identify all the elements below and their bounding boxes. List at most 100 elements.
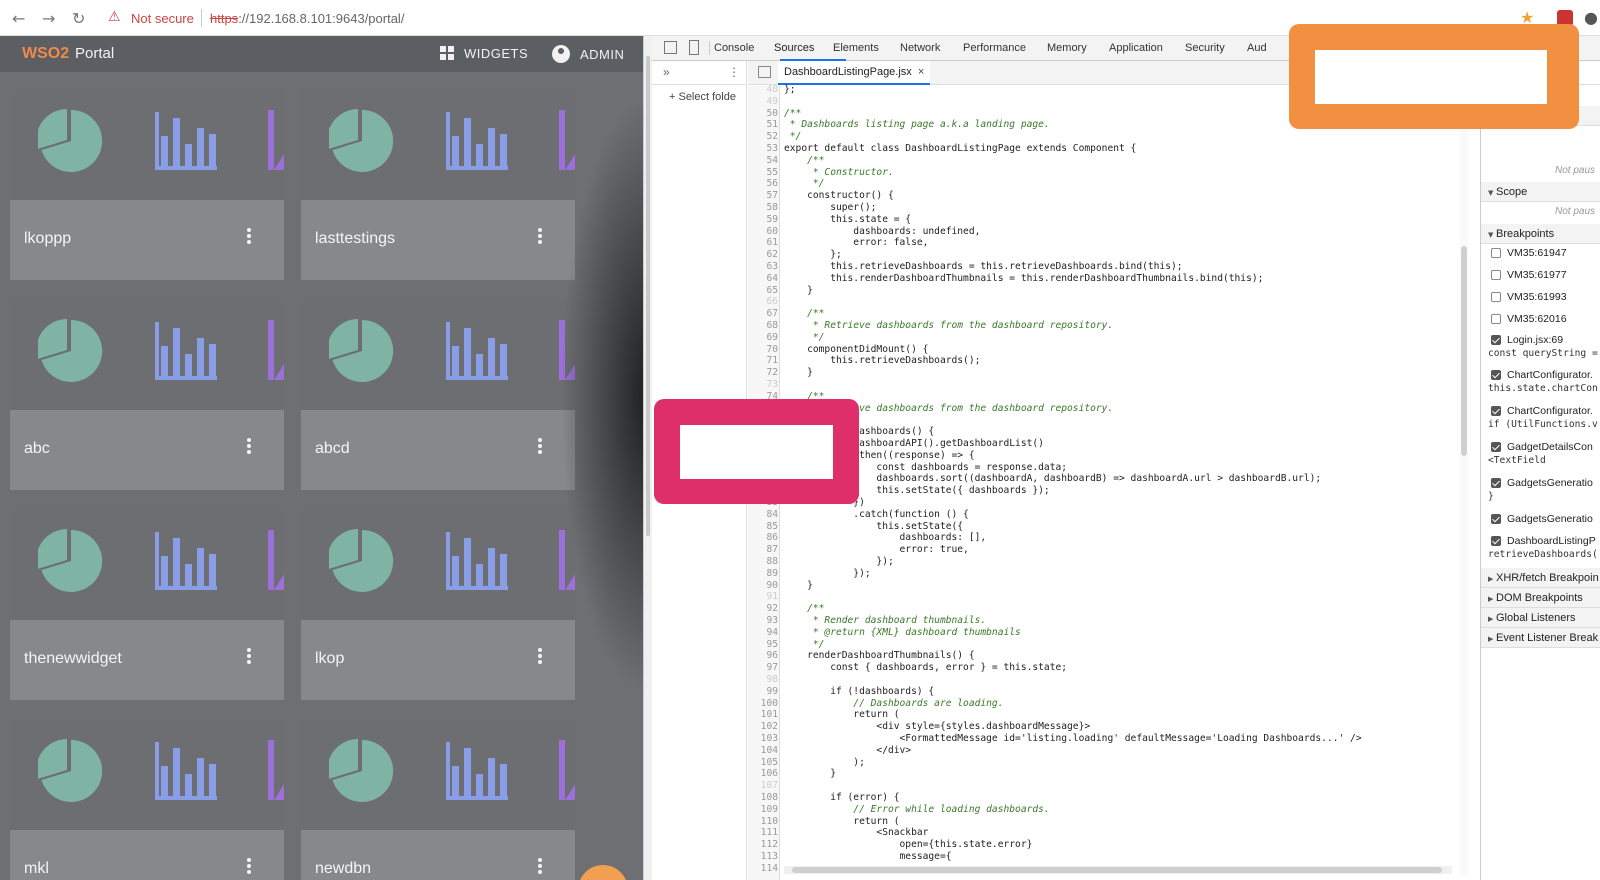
code-line[interactable]: /** [784,603,824,615]
card-menu-icon[interactable] [244,646,254,666]
breakpoint-item[interactable]: GadgetsGeneratio} [1481,477,1600,507]
dashboard-card[interactable]: thenewwidget [10,510,284,700]
line-number[interactable]: 64 [748,273,778,285]
admin-button[interactable]: ADMIN [552,45,624,63]
scrollbar-thumb[interactable] [646,56,650,536]
code-line[interactable]: * Retrieve dashboards from the dashboard… [784,320,1113,332]
code-line[interactable]: dashboards: undefined, [784,226,980,238]
breakpoint-item[interactable]: Login.jsx:69 const queryString = [1481,334,1600,364]
code-line[interactable]: <Snackbar [784,827,928,839]
card-menu-icon[interactable] [535,646,545,666]
dashboard-thumbnail[interactable] [10,510,284,620]
code-line[interactable]: /** [784,155,824,167]
tab-memory[interactable]: Memory [1047,42,1087,54]
line-number[interactable]: 88 [748,556,778,568]
breakpoint-checkbox[interactable] [1491,406,1501,416]
line-number[interactable]: 98 [748,674,778,686]
dashboard-name[interactable]: lkoppp [24,230,71,248]
code-line[interactable]: </div> [784,745,911,757]
not-secure-label[interactable]: Not secure [131,11,194,26]
dashboard-card[interactable]: abcd [301,300,575,490]
xhr-breakpoints-section[interactable]: ▶ XHR/fetch Breakpoin [1481,568,1600,588]
breakpoint-checkbox[interactable] [1491,478,1501,488]
back-arrow-icon[interactable]: ← [12,9,25,28]
card-menu-icon[interactable] [535,856,545,876]
line-number[interactable]: 59 [748,214,778,226]
line-number[interactable]: 106 [748,768,778,780]
dashboard-name[interactable]: abcd [315,440,350,458]
breakpoint-item[interactable]: DashboardListingP retrieveDashboards( [1481,535,1600,565]
line-number[interactable]: 86 [748,532,778,544]
code-line[interactable]: * @return {XML} dashboard thumbnails [784,627,1021,639]
code-line[interactable]: // Error while loading dashboards. [784,804,1049,816]
global-listeners-section[interactable]: ▶ Global Listeners [1481,608,1600,628]
line-number[interactable]: 49 [748,96,778,108]
line-number[interactable]: 102 [748,721,778,733]
widgets-button[interactable]: WIDGETS [440,46,528,61]
code-line[interactable]: this.retrieveDashboards(); [784,355,980,367]
dashboard-name[interactable]: mkl [24,860,49,878]
breakpoints-section[interactable]: ▼ Breakpoints [1481,224,1600,244]
breakpoint-checkbox[interactable] [1491,370,1501,380]
line-number[interactable]: 50 [748,108,778,120]
code-line[interactable]: this.state = { [784,214,911,226]
line-number[interactable]: 51 [748,119,778,131]
line-number[interactable]: 94 [748,627,778,639]
more-tabs-icon[interactable]: » [663,65,670,79]
device-toolbar-icon[interactable] [689,40,699,55]
line-number[interactable]: 58 [748,202,778,214]
close-tab-icon[interactable]: × [918,66,924,78]
code-line[interactable]: } [784,285,813,297]
line-number[interactable]: 60 [748,226,778,238]
line-number[interactable]: 72 [748,367,778,379]
dashboard-name[interactable]: lasttestings [315,230,395,248]
code-line[interactable]: .catch(function () { [784,509,969,521]
breakpoint-item[interactable]: VM35:61977 [1481,269,1600,287]
breakpoint-item[interactable]: GadgetsGeneratio [1481,513,1600,531]
dashboard-thumbnail[interactable] [301,720,575,830]
inspect-element-icon[interactable] [664,41,677,54]
dashboard-card[interactable]: lkop [301,510,575,700]
tab-console[interactable]: Console [714,42,754,54]
line-number[interactable]: 109 [748,804,778,816]
line-number[interactable]: 111 [748,827,778,839]
dashboard-name[interactable]: thenewwidget [24,650,122,668]
code-line[interactable]: renderDashboardThumbnails() { [784,650,975,662]
code-line[interactable]: super(); [784,202,876,214]
code-line[interactable]: */ [784,178,825,190]
breakpoint-checkbox[interactable] [1491,314,1501,324]
tab-network[interactable]: Network [900,42,940,54]
breakpoint-checkbox[interactable] [1491,442,1501,452]
select-folder-button[interactable]: + Select folde [669,91,745,103]
dashboard-thumbnail[interactable] [301,510,575,620]
dashboard-thumbnail[interactable] [10,300,284,410]
code-line[interactable]: componentDidMount() { [784,344,928,356]
dom-breakpoints-section[interactable]: ▶ DOM Breakpoints [1481,588,1600,608]
dashboard-thumbnail[interactable] [301,300,575,410]
line-number[interactable]: 71 [748,355,778,367]
line-number[interactable]: 54 [748,155,778,167]
line-number[interactable]: 53 [748,143,778,155]
breakpoint-item[interactable]: ChartConfigurator. if (UtilFunctions.v [1481,405,1600,435]
line-number[interactable]: 85 [748,521,778,533]
line-number[interactable]: 103 [748,733,778,745]
line-number[interactable]: 112 [748,839,778,851]
tab-sources[interactable]: Sources [774,42,814,54]
file-tab[interactable]: DashboardListingPage.jsx × [778,61,931,85]
scrollbar-thumb[interactable] [792,867,1442,873]
code-line[interactable]: open={this.state.error} [784,839,1033,851]
dashboard-thumbnail[interactable] [10,720,284,830]
line-number[interactable]: 113 [748,851,778,863]
code-line[interactable]: <FormattedMessage id='listing.loading' d… [784,733,1362,745]
line-number[interactable]: 90 [748,580,778,592]
line-number[interactable]: 105 [748,757,778,769]
code-line[interactable]: error: true, [784,544,969,556]
breakpoint-checkbox[interactable] [1491,514,1501,524]
code-line[interactable]: */ [784,131,802,143]
wso2-logo[interactable]: WSO2 [22,45,69,63]
line-number[interactable]: 56 [748,178,778,190]
code-line[interactable]: }); [784,556,893,568]
line-number[interactable]: 89 [748,568,778,580]
line-number[interactable]: 107 [748,780,778,792]
horizontal-scrollbar[interactable] [784,866,1452,874]
